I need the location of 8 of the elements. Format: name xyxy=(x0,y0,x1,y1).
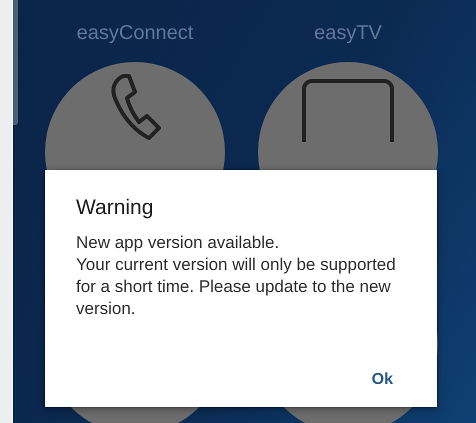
tile-label: easyConnect xyxy=(76,21,194,46)
dialog-title: Warning xyxy=(76,196,154,220)
tile-label: easyTV xyxy=(314,21,382,46)
drawer-handle[interactable] xyxy=(13,0,18,125)
phone-icon xyxy=(109,72,161,142)
screen-icon xyxy=(301,78,395,142)
dialog-message: New app version available. Your current version will only be supported for a short time. Please update to the new version. xyxy=(76,232,397,320)
ok-button[interactable]: Ok xyxy=(364,367,401,393)
